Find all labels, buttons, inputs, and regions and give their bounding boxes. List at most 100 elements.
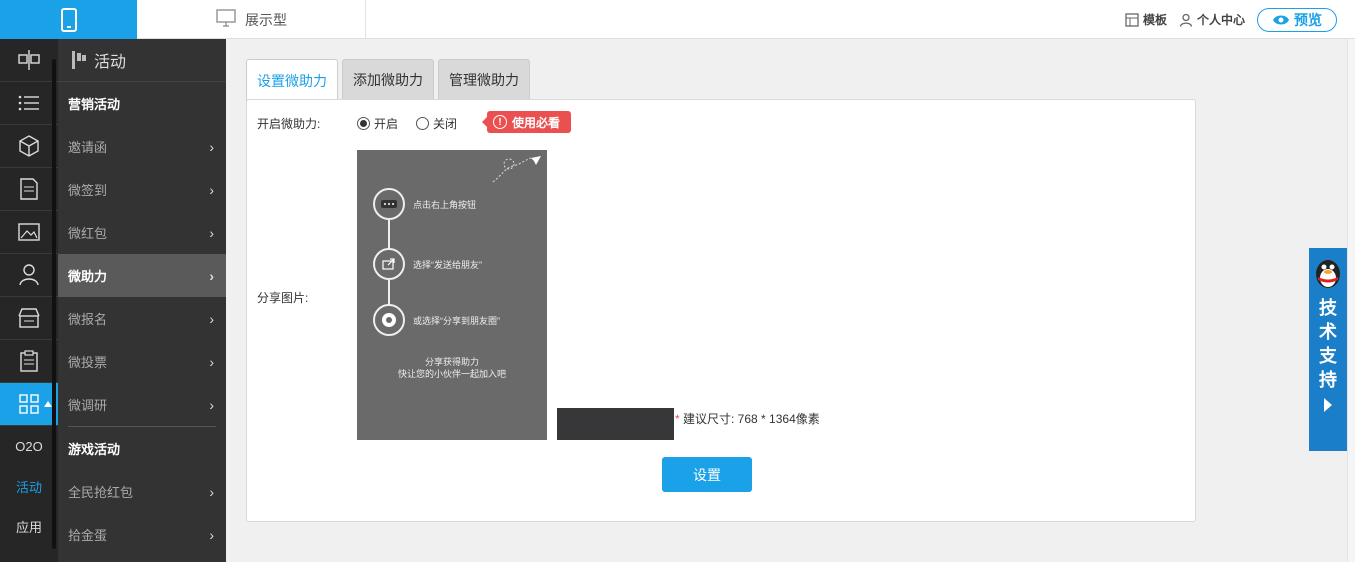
- image-icon: [18, 223, 40, 241]
- paper-plane-icon: [492, 156, 541, 183]
- user-center-label: 个人中心: [1196, 13, 1245, 27]
- top-right-actions: 模板 个人中心 预览: [1125, 0, 1337, 39]
- caret-up-icon: [44, 401, 52, 407]
- template-label: 模板: [1142, 13, 1167, 27]
- tab-manage[interactable]: 管理微助力: [438, 59, 530, 100]
- mobile-view-button[interactable]: [0, 0, 137, 39]
- required-star: *: [675, 412, 680, 426]
- tab-add[interactable]: 添加微助力: [342, 59, 434, 100]
- document-icon: [20, 178, 38, 200]
- exclamation-icon: !: [493, 115, 507, 129]
- enable-label: 开启微助力:: [257, 117, 321, 131]
- size-hint: * 建议尺寸: 768 * 1364像素: [675, 410, 820, 427]
- activity-submenu: 活动 营销活动 邀请函 › 微签到 › 微红包 › 微助力 › 微报名 › 微投票 › 微调…: [58, 39, 226, 562]
- rail-clipboard-item[interactable]: [0, 340, 58, 383]
- tech-support-widget[interactable]: 技 术 支 持: [1309, 248, 1347, 451]
- rail-o2o[interactable]: O2O: [0, 426, 58, 466]
- submenu-item-invitation[interactable]: 邀请函 ›: [58, 125, 226, 168]
- main-content: 设置微助力 添加微助力 管理微助力 开启微助力: 开启 关闭 ! 使用必看 分享…: [226, 39, 1355, 562]
- submenu-item-vote[interactable]: 微投票 ›: [58, 340, 226, 383]
- submenu-item-survey[interactable]: 微调研 ›: [58, 383, 226, 426]
- user-icon: [1179, 13, 1193, 27]
- submenu-item-label: 微投票: [68, 355, 108, 370]
- share-icon: [373, 248, 405, 280]
- game-header: 游戏活动: [68, 442, 121, 457]
- top-bar: 展示型 模板 个人中心 预览: [0, 0, 1355, 39]
- submenu-item-golden-egg[interactable]: 拾金蛋 ›: [58, 513, 226, 556]
- chevron-right-icon: ›: [209, 267, 214, 284]
- icon-rail: O2O 活动 应用: [0, 39, 58, 562]
- submenu-item-grab-redpacket[interactable]: 全民抢红包 ›: [58, 470, 226, 513]
- step-text: 点击右上角按钮: [413, 199, 477, 210]
- chevron-right-icon: ›: [209, 396, 214, 413]
- submenu-title: 活动: [58, 39, 226, 82]
- support-char: 持: [1319, 370, 1337, 390]
- rail-box-item[interactable]: [0, 125, 58, 168]
- cube-icon: [19, 135, 39, 157]
- radio-unchecked-icon: [416, 117, 429, 130]
- person-icon: [19, 264, 39, 286]
- size-hint-label: 建议尺寸: 768 * 1364像素: [683, 412, 820, 426]
- chevron-right-icon: ›: [209, 181, 214, 198]
- support-char: 术: [1319, 322, 1337, 342]
- upload-button[interactable]: [557, 408, 674, 440]
- phone-icon: [60, 7, 77, 32]
- rail-list-item[interactable]: [0, 82, 58, 125]
- submenu-item-redpacket[interactable]: 微红包 ›: [58, 211, 226, 254]
- chevron-right-icon: ›: [209, 138, 214, 155]
- radio-off-label: 关闭: [433, 117, 458, 131]
- submenu-item-label: 微报名: [68, 312, 108, 327]
- tab-settings[interactable]: 设置微助力: [246, 59, 338, 101]
- rail-layout-item[interactable]: [0, 39, 58, 82]
- radio-off[interactable]: 关闭: [416, 115, 457, 132]
- step-text: 选择“发送给朋友”: [413, 259, 482, 270]
- rail-store-item[interactable]: [0, 297, 58, 340]
- chevron-right-icon: ›: [209, 224, 214, 241]
- chevron-right-icon: ›: [209, 310, 214, 327]
- more-dots-icon: [373, 188, 405, 220]
- template-icon: [1125, 12, 1139, 27]
- qq-penguin-icon: [1316, 260, 1340, 288]
- rail-apps-item[interactable]: [0, 383, 58, 426]
- display-type-tab[interactable]: 展示型: [137, 0, 366, 39]
- layout-icon: [18, 50, 40, 70]
- step-connector: [388, 280, 390, 306]
- monitor-icon: [216, 9, 236, 27]
- submenu-item-label: 微调研: [68, 398, 108, 413]
- template-button[interactable]: 模板: [1125, 11, 1167, 28]
- rail-image-item[interactable]: [0, 211, 58, 254]
- radio-checked-icon: [357, 117, 370, 130]
- rail-user-item[interactable]: [0, 254, 58, 297]
- submit-button[interactable]: 设置: [662, 457, 752, 492]
- marketing-header: 营销活动: [68, 97, 121, 112]
- preview-label: 预览: [1294, 11, 1322, 28]
- step-connector: [388, 220, 390, 250]
- share-caption-line2: 快让您的小伙伴一起加入吧: [397, 369, 506, 379]
- settings-panel: 开启微助力: 开启 关闭 ! 使用必看 分享图片: 点击右上角按钮 选择“发送给…: [246, 99, 1196, 522]
- preview-button[interactable]: 预览: [1257, 7, 1337, 32]
- eye-icon: [1273, 15, 1289, 24]
- step-text: 或选择“分享到朋友圈”: [413, 315, 500, 326]
- rail-activity[interactable]: 活动: [0, 466, 58, 506]
- rail-scrollbar[interactable]: [52, 59, 56, 549]
- rail-apps[interactable]: 应用: [0, 506, 58, 546]
- user-center-button[interactable]: 个人中心: [1179, 11, 1245, 28]
- share-step-1: 点击右上角按钮: [373, 188, 476, 220]
- moments-icon: [373, 304, 405, 336]
- rail-document-item[interactable]: [0, 168, 58, 211]
- chevron-right-icon: ›: [209, 483, 214, 500]
- submenu-item-label: 邀请函: [68, 140, 108, 155]
- submenu-item-signup[interactable]: 微报名 ›: [58, 297, 226, 340]
- submenu-item-assist[interactable]: 微助力 ›: [58, 254, 226, 297]
- submenu-item-label: 拾金蛋: [68, 528, 108, 543]
- must-read-badge[interactable]: ! 使用必看: [482, 111, 571, 133]
- submenu-item-signin[interactable]: 微签到 ›: [58, 168, 226, 211]
- radio-on-label: 开启: [374, 117, 399, 131]
- share-image-preview[interactable]: 点击右上角按钮 选择“发送给朋友” 或选择“分享到朋友圈” 分享获得助力 快让您…: [357, 150, 547, 440]
- page-scrollbar[interactable]: [1347, 39, 1355, 562]
- support-char: 技: [1319, 298, 1337, 318]
- store-icon: [18, 308, 40, 328]
- radio-on[interactable]: 开启: [357, 115, 398, 132]
- submenu-title-label: 活动: [94, 54, 127, 71]
- submenu-item-label: 微红包: [68, 226, 108, 241]
